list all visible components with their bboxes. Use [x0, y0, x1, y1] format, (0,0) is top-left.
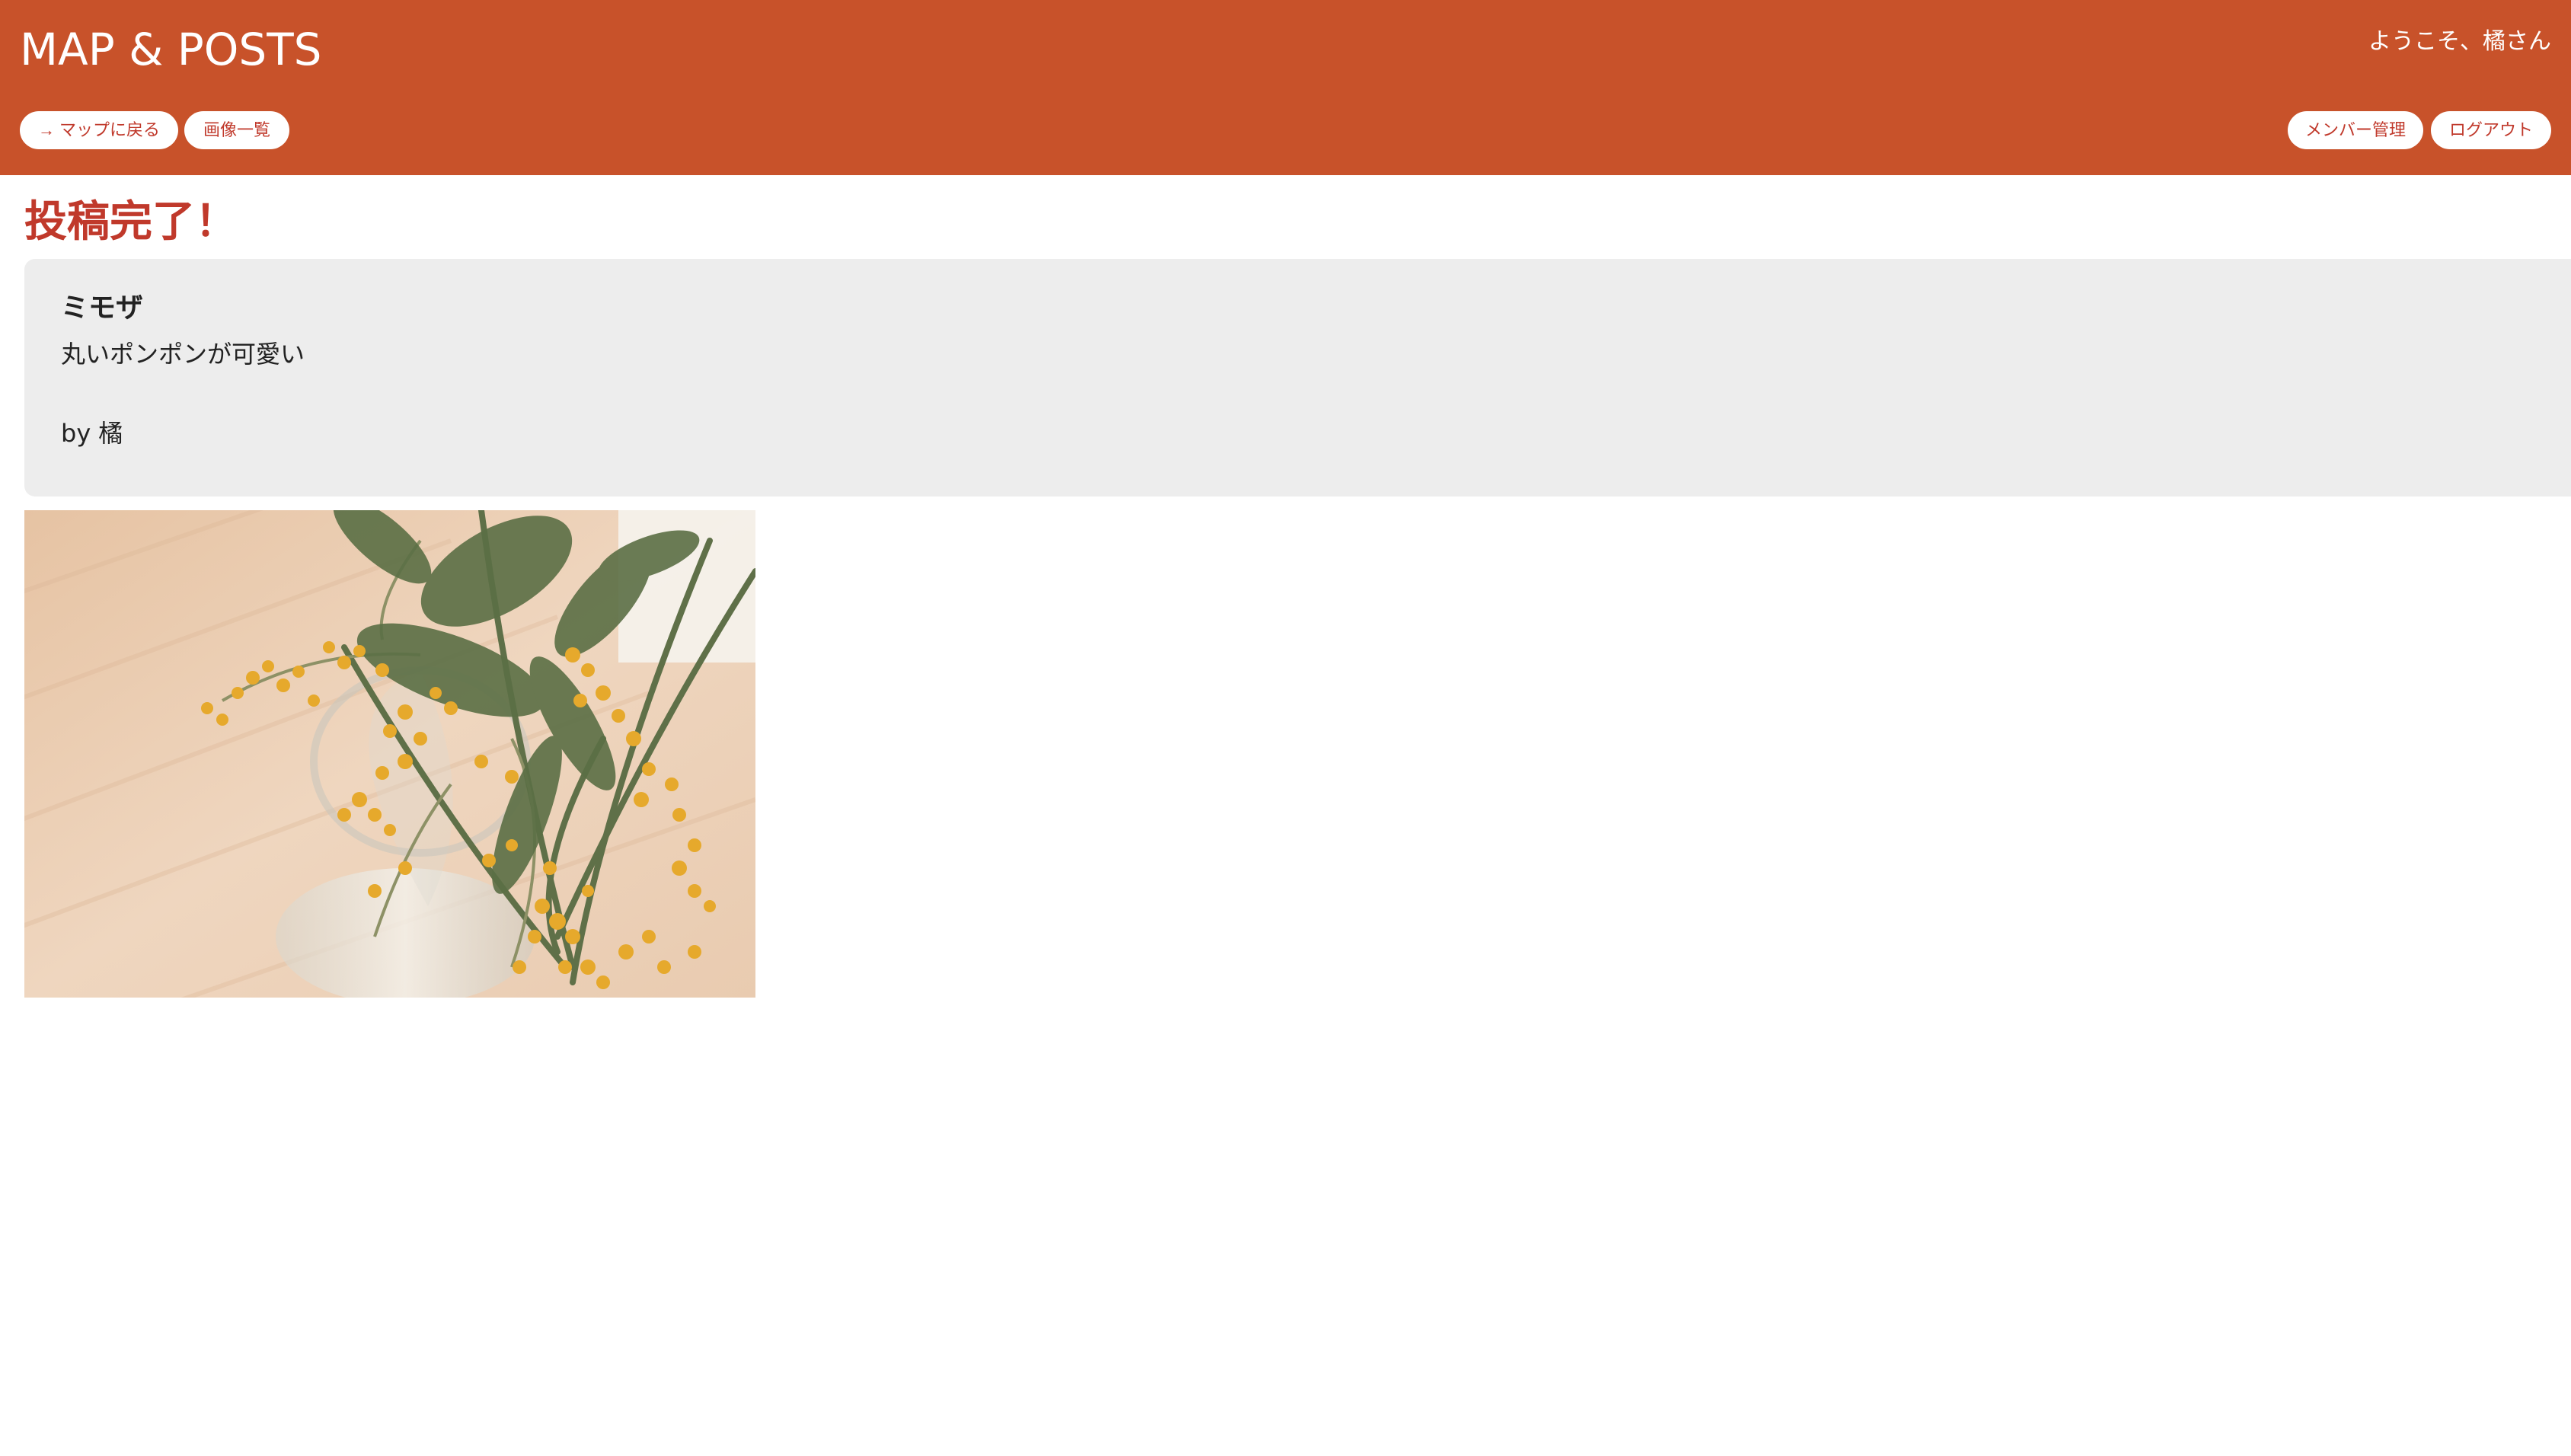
- image-list-button[interactable]: 画像一覧: [184, 111, 289, 149]
- app-header: MAP & POSTS ようこそ、橘さん → マップに戻る 画像一覧 メンバー管…: [0, 0, 2571, 175]
- welcome-message: ようこそ、橘さん: [2368, 28, 2551, 55]
- post-body: 丸いポンポンが可愛い: [61, 340, 305, 369]
- post-author: by 橘: [61, 419, 123, 448]
- post-card: ミモザ 丸いポンポンが可愛い by 橘: [24, 259, 2571, 497]
- page-title: 投稿完了！: [24, 197, 238, 247]
- back-to-map-button[interactable]: → マップに戻る: [20, 111, 178, 149]
- logout-button[interactable]: ログアウト: [2431, 111, 2551, 149]
- member-admin-button[interactable]: メンバー管理: [2288, 111, 2423, 149]
- post-photo: [24, 510, 755, 998]
- post-title: ミモザ: [61, 292, 144, 324]
- mimosa-photo-image: [24, 510, 755, 998]
- app-title: MAP & POSTS: [20, 24, 322, 75]
